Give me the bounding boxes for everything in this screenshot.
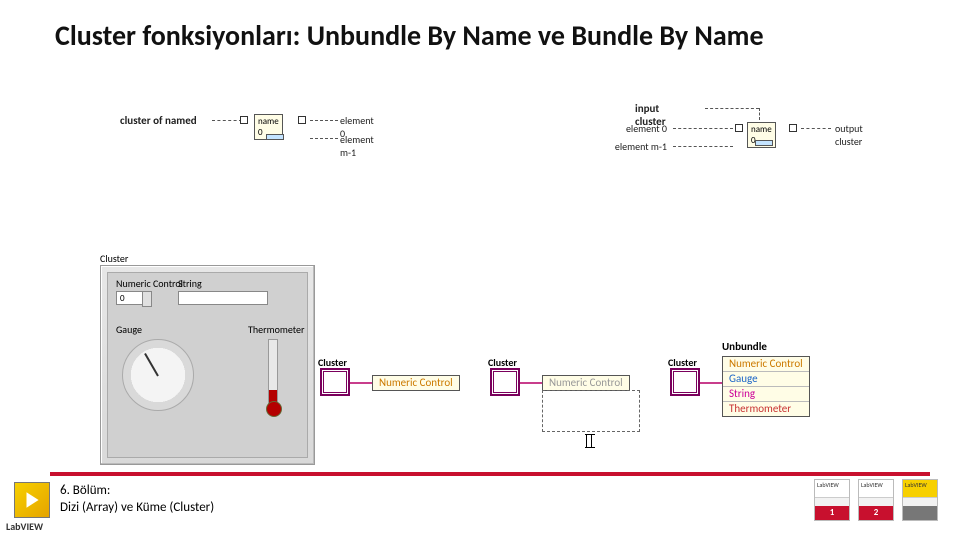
wire-dash: [212, 120, 242, 121]
bundle-elem-bot: element m-1: [595, 140, 667, 153]
badge-num: [903, 506, 937, 520]
badge-num: 1: [815, 506, 849, 520]
cluster-terminal-icon: Cluster: [670, 368, 700, 396]
footer-divider: [50, 472, 930, 476]
bundle-output-label: output cluster: [835, 122, 863, 148]
fp-thermo-control[interactable]: [268, 339, 278, 409]
labview-logo-icon: [14, 482, 50, 518]
wire-dash: [705, 108, 759, 109]
slide-title: Cluster fonksiyonları: Unbundle By Name …: [55, 18, 764, 53]
wire: [350, 382, 372, 384]
footer-line1: 6. Bölüm:: [60, 482, 214, 499]
badge-1: LabVIEW 1: [814, 479, 850, 521]
fp-string-label: String: [178, 277, 202, 290]
footer-text: 6. Bölüm: Dizi (Array) ve Küme (Cluster): [60, 482, 214, 516]
fp-gauge-control[interactable]: [122, 339, 194, 411]
cluster-label: Cluster: [318, 356, 347, 369]
wire-dash: [673, 128, 733, 129]
cluster-label: Cluster: [668, 356, 697, 369]
wire: [520, 382, 542, 384]
unbundle-item[interactable]: Numeric Control: [373, 376, 459, 390]
fp-string-control[interactable]: [178, 291, 268, 305]
badge-top: LabVIEW: [903, 480, 937, 498]
thermo-bulb-icon: [266, 401, 282, 417]
fp-thermo-label: Thermometer: [248, 323, 304, 336]
wire: [700, 382, 722, 384]
unbundle-input-label: cluster of named: [120, 114, 210, 127]
unbundle-item-thermo[interactable]: Thermometer: [723, 402, 809, 416]
resize-handle-icon: [755, 140, 773, 146]
terminal-icon: [298, 116, 306, 124]
unbundle-node-3[interactable]: Numeric Control Gauge String Thermometer: [722, 356, 810, 417]
labview-logo-caption: LabVIEW: [6, 520, 43, 533]
front-panel-title: Cluster: [100, 252, 128, 265]
fp-numeric-label: Numeric Control: [116, 277, 183, 290]
unbundle-node-2[interactable]: Numeric Control: [542, 375, 630, 391]
badge-num: 2: [859, 506, 893, 520]
wire-dash: [310, 138, 338, 139]
wire-dash: [310, 120, 338, 121]
unbundle-node-1[interactable]: Numeric Control: [372, 375, 460, 391]
cluster-terminal-icon: Cluster: [490, 368, 520, 396]
unbundle-item-string[interactable]: String: [723, 387, 809, 402]
terminal-icon: [789, 124, 797, 132]
unbundle-out-bot: element m-1: [340, 133, 374, 159]
cluster-label: Cluster: [488, 356, 517, 369]
gauge-needle-icon: [144, 353, 159, 377]
unbundle-item-gauge[interactable]: Gauge: [723, 372, 809, 387]
wire-dash: [801, 128, 831, 129]
footer-line2: Dizi (Array) ve Küme (Cluster): [60, 499, 214, 516]
badge-2: LabVIEW 2: [858, 479, 894, 521]
wire-dash: [673, 146, 733, 147]
badge-3: LabVIEW: [902, 479, 938, 521]
fp-numeric-control[interactable]: 0: [116, 291, 144, 305]
cluster-terminal-icon: Cluster: [320, 368, 350, 396]
unbundle-item-numeric[interactable]: Numeric Control: [723, 357, 809, 372]
resize-outline: [542, 390, 640, 432]
terminal-icon: [240, 116, 248, 124]
bundle-elem-top: element 0: [607, 122, 667, 135]
badge-top: LabVIEW: [859, 480, 893, 498]
resize-cursor-icon: [586, 434, 592, 448]
front-panel-cluster: Numeric Control 0 String Gauge Thermomet…: [100, 265, 315, 465]
terminal-icon: [735, 124, 743, 132]
wire-dash: [759, 108, 760, 120]
footer-badges: LabVIEW 1 LabVIEW 2 LabVIEW: [814, 479, 938, 521]
resize-handle-icon: [266, 134, 284, 140]
badge-top: LabVIEW: [815, 480, 849, 498]
unbundle-item[interactable]: Numeric Control: [543, 376, 629, 390]
fp-gauge-label: Gauge: [116, 323, 142, 336]
